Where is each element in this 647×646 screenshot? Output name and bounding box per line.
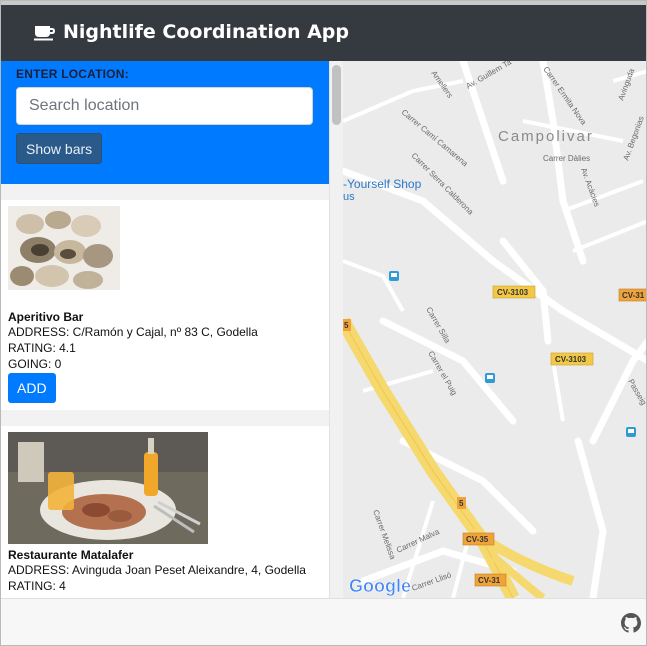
app-title: Nightlife Coordination App — [63, 21, 349, 43]
bus-stop-icon[interactable] — [389, 271, 399, 281]
road-badge: 5 — [344, 321, 349, 330]
map-canvas[interactable]: Campolivar -Yourself Shop us Amellers Av… — [343, 61, 647, 598]
road-badge: 5 — [459, 499, 464, 508]
bar-rating: RATING: 4.1 — [8, 341, 76, 355]
shop-label-2: us — [343, 191, 355, 203]
google-logo: Google — [349, 576, 411, 596]
bar-card: Restaurante Matalafer ADDRESS: Avinguda … — [1, 426, 329, 598]
bus-stop-icon[interactable] — [626, 427, 636, 437]
road-badge: CV-3103 — [497, 288, 529, 297]
bars-list: Aperitivo Bar ADDRESS: C/Ramón y Cajal, … — [1, 184, 329, 598]
road-badge: CV-31 — [478, 576, 501, 585]
road-badge: CV-31 — [622, 291, 645, 300]
add-going-button[interactable]: ADD — [8, 373, 56, 403]
brand[interactable]: Nightlife Coordination App — [33, 21, 349, 43]
coffee-cup-icon — [34, 26, 55, 41]
location-label: ENTER LOCATION: — [16, 67, 129, 81]
map-view[interactable]: Campolivar -Yourself Shop us Amellers Av… — [343, 61, 647, 598]
navbar: Nightlife Coordination App — [1, 1, 646, 61]
bar-photo — [8, 432, 208, 544]
search-panel: ENTER LOCATION: Show bars — [1, 61, 329, 184]
bar-photo — [8, 206, 120, 290]
scrollbar-thumb[interactable] — [332, 65, 341, 125]
github-icon[interactable] — [621, 613, 641, 633]
app-window: Nightlife Coordination App ENTER LOCATIO… — [0, 0, 647, 646]
bar-name: Restaurante Matalafer — [8, 548, 134, 562]
bar-name: Aperitivo Bar — [8, 310, 84, 324]
bar-going-count: GOING: 0 — [8, 357, 62, 371]
left-panel: ENTER LOCATION: Show bars — [1, 61, 329, 598]
bar-rating: RATING: 4 — [8, 579, 66, 593]
bar-card: Aperitivo Bar ADDRESS: C/Ramón y Cajal, … — [1, 200, 329, 410]
street-label: Carrer Dàlies — [543, 154, 590, 163]
bar-address: ADDRESS: Avinguda Joan Peset Aleixandre,… — [8, 563, 306, 577]
bus-stop-icon[interactable] — [485, 373, 495, 383]
bar-address: ADDRESS: C/Ramón y Cajal, nº 83 C, Godel… — [8, 325, 258, 339]
road-badge: CV-3103 — [555, 355, 587, 364]
shop-label: -Yourself Shop — [343, 177, 422, 191]
footer — [1, 598, 646, 645]
road-badge: CV-35 — [466, 535, 489, 544]
show-bars-button[interactable]: Show bars — [16, 133, 103, 164]
area-label: Campolivar — [498, 128, 594, 145]
list-scrollbar[interactable] — [329, 61, 343, 598]
search-input[interactable] — [16, 87, 313, 125]
